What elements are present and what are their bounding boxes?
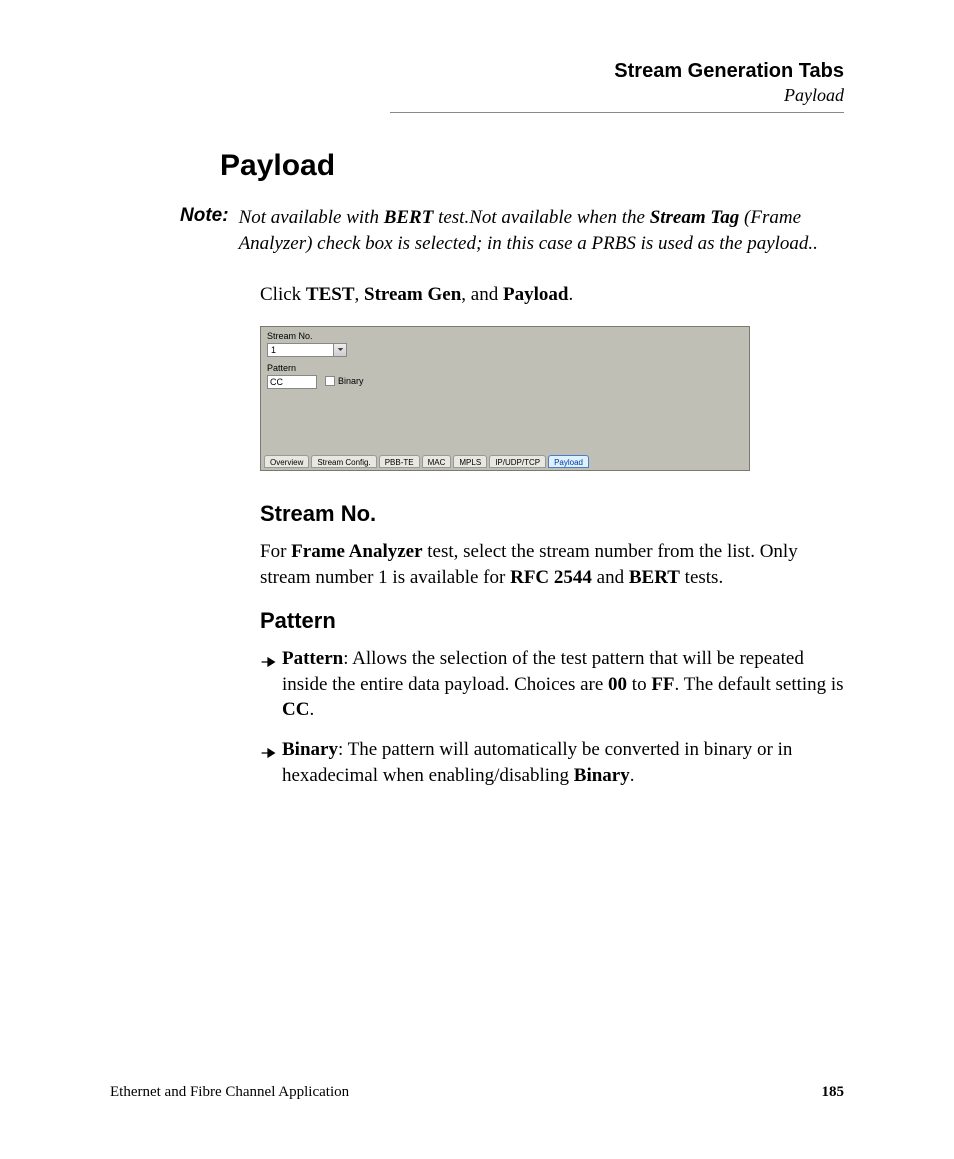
text-bold: TEST xyxy=(306,284,355,305)
tab-mpls[interactable]: MPLS xyxy=(453,455,487,468)
page-header: Stream Generation Tabs Payload xyxy=(390,60,844,106)
tab-pbb-te[interactable]: PBB-TE xyxy=(379,455,420,468)
pattern-value: CC xyxy=(270,377,283,387)
text: . The default setting is xyxy=(675,674,844,695)
text: , and xyxy=(461,284,503,305)
text: tests. xyxy=(680,567,723,588)
text-bold: FF xyxy=(651,674,674,695)
page-footer: Ethernet and Fibre Channel Application 1… xyxy=(110,1084,844,1101)
arrow-bullet-icon xyxy=(260,741,282,767)
text-bold: Frame Analyzer xyxy=(291,541,422,562)
text: , xyxy=(355,284,365,305)
text: For xyxy=(260,541,291,562)
tab-stream-config[interactable]: Stream Config. xyxy=(311,455,376,468)
note-block: Note: Not available with BERT test.Not a… xyxy=(180,205,844,256)
text-bold: Payload xyxy=(503,284,568,305)
bullet-text: Binary: The pattern will automatically b… xyxy=(282,737,844,788)
header-subtitle: Payload xyxy=(390,85,844,106)
text-bold: CC xyxy=(282,699,309,720)
text-bold: 00 xyxy=(608,674,627,695)
text: Click xyxy=(260,284,306,305)
page-title: Payload xyxy=(220,149,844,183)
section-heading-stream-no: Stream No. xyxy=(260,501,844,527)
text-bold: BERT xyxy=(629,567,680,588)
stream-no-value: 1 xyxy=(271,345,276,355)
text: . xyxy=(309,699,314,720)
stream-no-dropdown[interactable]: 1 xyxy=(267,343,347,357)
stream-no-label: Stream No. xyxy=(267,331,313,341)
text: . xyxy=(630,765,635,786)
checkbox-box xyxy=(325,376,335,386)
section1-text: For Frame Analyzer test, select the stre… xyxy=(260,539,844,590)
note-body: Not available with BERT test.Not availab… xyxy=(239,205,844,256)
text-bold: Stream Gen xyxy=(364,284,461,305)
tab-payload[interactable]: Payload xyxy=(548,455,589,468)
note-text: Not available with xyxy=(239,207,384,228)
text-bold: RFC 2544 xyxy=(510,567,592,588)
section-heading-pattern: Pattern xyxy=(260,608,844,634)
note-bold: BERT xyxy=(384,207,434,228)
binary-checkbox[interactable]: Binary xyxy=(325,376,364,386)
bullet-text: Pattern: Allows the selection of the tes… xyxy=(282,646,844,723)
tab-strip: Overview Stream Config. PBB-TE MAC MPLS … xyxy=(264,455,589,468)
text: . xyxy=(568,284,573,305)
arrow-bullet-icon xyxy=(260,650,282,676)
app-screenshot: Stream No. 1 Pattern CC Binary Overview … xyxy=(260,326,750,471)
pattern-input[interactable]: CC xyxy=(267,375,317,389)
text: to xyxy=(627,674,651,695)
note-text: test.Not available when the xyxy=(433,207,649,228)
note-bold: Stream Tag xyxy=(650,207,740,228)
list-item: Binary: The pattern will automatically b… xyxy=(260,737,844,788)
tab-ip-udp-tcp[interactable]: IP/UDP/TCP xyxy=(489,455,546,468)
header-rule xyxy=(390,112,844,113)
note-label: Note: xyxy=(180,205,229,227)
bullet-list: Pattern: Allows the selection of the tes… xyxy=(260,646,844,788)
list-item: Pattern: Allows the selection of the tes… xyxy=(260,646,844,723)
text: and xyxy=(592,567,629,588)
pattern-label: Pattern xyxy=(267,363,296,373)
chevron-down-icon xyxy=(333,344,346,356)
text-bold: Binary xyxy=(282,739,338,760)
footer-title: Ethernet and Fibre Channel Application xyxy=(110,1084,349,1101)
page-number: 185 xyxy=(822,1084,845,1101)
tab-mac[interactable]: MAC xyxy=(422,455,452,468)
instruction-line: Click TEST, Stream Gen, and Payload. xyxy=(260,282,844,308)
tab-overview[interactable]: Overview xyxy=(264,455,309,468)
text-bold: Binary xyxy=(574,765,630,786)
text-bold: Pattern xyxy=(282,648,343,669)
text: : The pattern will automatically be conv… xyxy=(282,739,792,786)
header-title: Stream Generation Tabs xyxy=(390,60,844,83)
binary-checkbox-label: Binary xyxy=(338,376,364,386)
